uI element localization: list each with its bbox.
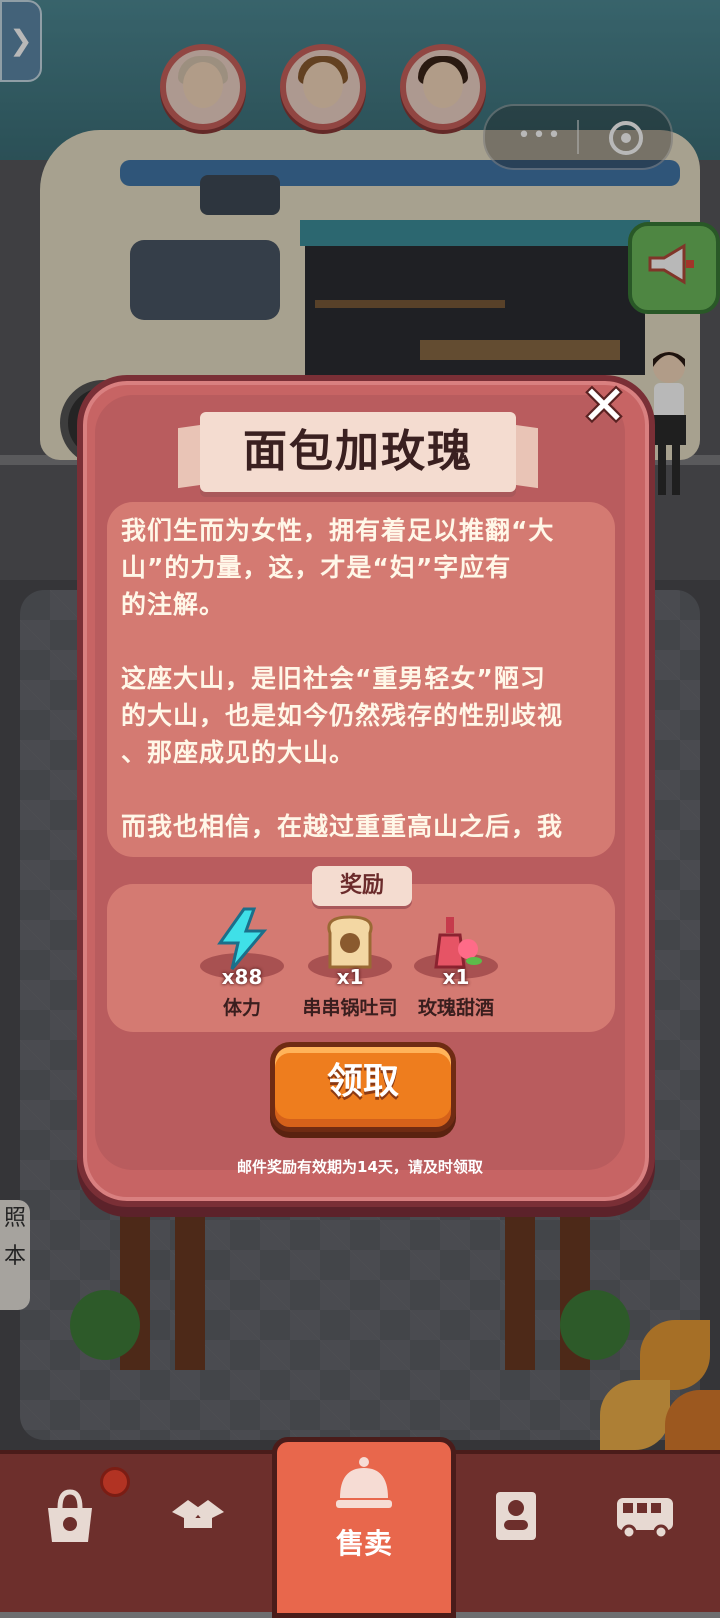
message-line: 而我也相信，在越过重重高山之后，我	[121, 812, 564, 841]
message-line: 、那座成见的大山。	[121, 738, 356, 767]
message-line: 我们生而为女性，拥有着足以推翻“大	[121, 516, 555, 545]
message-line: 这座大山，是旧社会“重男轻女”陋习	[121, 664, 546, 693]
message-line: 的注解。	[121, 590, 226, 619]
reward-name: 串串锅吐司	[302, 997, 398, 1019]
reward-header: 奖励	[312, 866, 412, 906]
nav-sell-label: 售卖	[335, 1527, 392, 1560]
notification-dot	[100, 1467, 130, 1497]
nav-item-bus[interactable]	[585, 1478, 705, 1578]
nav-item-partner[interactable]	[138, 1478, 258, 1578]
shop-bag-icon	[48, 1489, 92, 1542]
reward-name: 玫瑰甜酒	[417, 997, 494, 1019]
lightning-icon	[217, 907, 268, 970]
message-line: 的大山，也是如今仍然残存的性别歧视	[121, 701, 564, 730]
claim-button[interactable]: 领取	[270, 1042, 456, 1132]
reward-item-rose-wine[interactable]: x1 玫瑰甜酒	[396, 905, 516, 1025]
reward-item-stamina[interactable]: x88 体力	[182, 905, 302, 1025]
reward-quantity: x1	[442, 965, 470, 989]
reward-name: 体力	[222, 997, 261, 1019]
title-ribbon: 面包加玫瑰	[178, 412, 538, 492]
modal-title: 面包加玫瑰	[243, 426, 473, 477]
nav-item-sell[interactable]: 售卖	[272, 1437, 456, 1618]
handshake-icon	[172, 1500, 224, 1528]
nav-item-staff[interactable]	[456, 1478, 576, 1578]
mail-message[interactable]: 我们生而为女性，拥有着足以推翻“大 山”的力量，这，才是“妇”字应有 的注解。 …	[107, 502, 615, 857]
close-icon[interactable]: ✕	[575, 377, 633, 435]
message-line: 山”的力量，这，才是“妇”字应有	[121, 553, 512, 582]
reward-item-toast[interactable]: x1 串串锅吐司	[290, 905, 410, 1025]
reward-quantity: x1	[336, 965, 364, 989]
expiry-notice: 邮件奖励有效期为14天，请及时领取	[237, 1158, 483, 1176]
toast-icon	[327, 915, 373, 969]
bus-icon	[617, 1498, 673, 1540]
reward-quantity: x88	[221, 965, 263, 989]
rose-wine-icon	[434, 917, 482, 969]
service-bell-icon	[336, 1457, 392, 1508]
staff-icon	[496, 1492, 536, 1540]
